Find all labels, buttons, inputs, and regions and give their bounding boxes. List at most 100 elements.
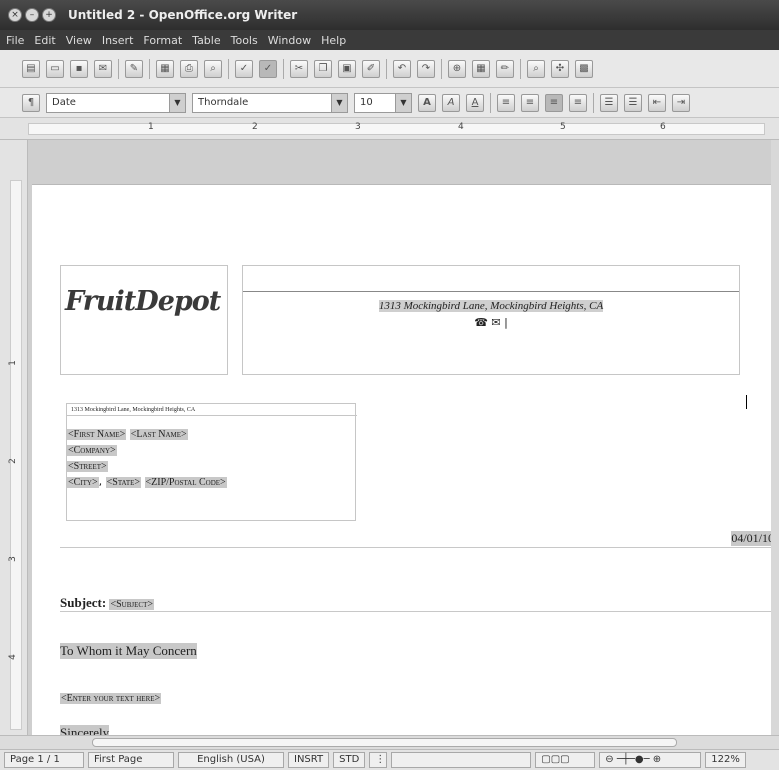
- align-left-icon[interactable]: ≡: [497, 93, 515, 112]
- cut-icon[interactable]: ✂: [290, 59, 308, 78]
- table-icon[interactable]: ▦: [472, 59, 490, 78]
- increase-indent-icon[interactable]: ⇥: [672, 93, 690, 112]
- selection-mode[interactable]: STD: [333, 752, 366, 768]
- divider: [60, 611, 773, 612]
- horizontal-scrollbar[interactable]: [0, 735, 779, 749]
- chevron-down-icon[interactable]: ▼: [395, 93, 411, 112]
- menu-insert[interactable]: Insert: [102, 34, 134, 47]
- view-layout-icons[interactable]: ▢▢▢: [535, 752, 596, 768]
- undo-icon[interactable]: ↶: [393, 59, 411, 78]
- format-paintbrush-icon[interactable]: ✐: [362, 59, 380, 78]
- closing[interactable]: Sincerely: [60, 725, 110, 735]
- formatting-toolbar: ¶ Date ▼ Thorndale ▼ 10 ▼ A A A ≡ ≡ ≡ ≡ …: [0, 88, 779, 118]
- body-placeholder-field[interactable]: <Enter your text here>: [60, 693, 162, 704]
- last-name-field[interactable]: <Last Name>: [129, 429, 188, 440]
- paragraph-style-combo[interactable]: Date ▼: [46, 92, 186, 113]
- underline-icon[interactable]: A: [466, 93, 484, 112]
- new-document-icon[interactable]: ▤: [22, 59, 40, 78]
- letterhead-address-frame[interactable]: 1313 Mockingbird Lane, Mockingbird Heigh…: [242, 265, 740, 375]
- menu-tools[interactable]: Tools: [231, 34, 258, 47]
- email-icon[interactable]: ✉: [94, 59, 112, 78]
- menu-edit[interactable]: Edit: [34, 34, 55, 47]
- font-size-combo[interactable]: 10 ▼: [354, 92, 412, 113]
- decrease-indent-icon[interactable]: ⇤: [648, 93, 666, 112]
- menu-file[interactable]: File: [6, 34, 24, 47]
- font-name-combo[interactable]: Thorndale ▼: [192, 92, 348, 113]
- minimize-window-icon[interactable]: –: [25, 8, 39, 22]
- separator: [593, 92, 594, 113]
- document-area[interactable]: FruitDepot 1313 Mockingbird Lane, Mockin…: [28, 140, 773, 735]
- align-right-icon[interactable]: ≡: [545, 93, 563, 112]
- bullets-icon[interactable]: ☰: [624, 93, 642, 112]
- insert-mode[interactable]: INSRT: [288, 752, 330, 768]
- find-replace-icon[interactable]: ⌕: [527, 59, 545, 78]
- zoom-slider[interactable]: ⊖ ─┼─●─ ⊕: [599, 752, 702, 768]
- ruler-tick: 1: [7, 360, 18, 366]
- numbering-icon[interactable]: ☰: [600, 93, 618, 112]
- print-preview-icon[interactable]: ⌕: [204, 59, 222, 78]
- page[interactable]: FruitDepot 1313 Mockingbird Lane, Mockin…: [32, 184, 773, 735]
- export-pdf-icon[interactable]: ▦: [156, 59, 174, 78]
- city-field[interactable]: <City>: [67, 477, 99, 488]
- ruler-tick: 4: [7, 654, 18, 660]
- signature-field[interactable]: [391, 752, 532, 768]
- street-line: <Street>: [67, 458, 227, 474]
- vertical-scrollbar[interactable]: [771, 140, 779, 735]
- date-field[interactable]: 04/01/10: [731, 531, 773, 546]
- menu-bar: File Edit View Insert Format Table Tools…: [0, 30, 779, 50]
- edit-file-icon[interactable]: ✎: [125, 59, 143, 78]
- language-indicator[interactable]: English (USA): [178, 752, 284, 768]
- italic-icon[interactable]: A: [442, 93, 460, 112]
- styles-formatting-icon[interactable]: ¶: [22, 93, 40, 112]
- spellcheck-icon[interactable]: ✓: [235, 59, 253, 78]
- separator: [149, 58, 150, 79]
- vertical-ruler[interactable]: 1 2 3 4: [0, 140, 28, 735]
- justify-icon[interactable]: ≡: [569, 93, 587, 112]
- ruler-tick: 3: [355, 122, 361, 132]
- autospellcheck-icon[interactable]: ✓: [259, 59, 277, 78]
- subject-field[interactable]: <Subject>: [109, 599, 154, 610]
- ruler-tick: 5: [560, 122, 566, 132]
- separator: [228, 58, 229, 79]
- menu-view[interactable]: View: [66, 34, 92, 47]
- gallery-icon[interactable]: ▩: [575, 59, 593, 78]
- navigator-icon[interactable]: ✣: [551, 59, 569, 78]
- recipient-address: <First Name> <Last Name> <Company> <Stre…: [67, 426, 227, 490]
- hyperlink-icon[interactable]: ⊕: [448, 59, 466, 78]
- zoom-value[interactable]: 122%: [705, 752, 746, 768]
- menu-table[interactable]: Table: [192, 34, 220, 47]
- close-window-icon[interactable]: ×: [8, 8, 22, 22]
- open-icon[interactable]: ▭: [46, 59, 64, 78]
- bold-icon[interactable]: A: [418, 93, 436, 112]
- align-center-icon[interactable]: ≡: [521, 93, 539, 112]
- menu-window[interactable]: Window: [268, 34, 311, 47]
- first-name-field[interactable]: <First Name>: [67, 429, 127, 440]
- name-line: <First Name> <Last Name>: [67, 426, 227, 442]
- page-style[interactable]: First Page: [88, 752, 174, 768]
- save-icon[interactable]: ▪: [70, 59, 88, 78]
- address-window[interactable]: 1313 Mockingbird Lane, Mockingbird Heigh…: [66, 403, 357, 521]
- page-indicator[interactable]: Page 1 / 1: [4, 752, 84, 768]
- paragraph-style-value: Date: [52, 97, 76, 108]
- print-icon[interactable]: ⎙: [180, 59, 198, 78]
- ruler-strip: [28, 123, 765, 135]
- chevron-down-icon[interactable]: ▼: [169, 93, 185, 112]
- copy-icon[interactable]: ❐: [314, 59, 332, 78]
- zip-field[interactable]: <ZIP/Postal Code>: [144, 477, 227, 488]
- show-draw-functions-icon[interactable]: ✏: [496, 59, 514, 78]
- paste-icon[interactable]: ▣: [338, 59, 356, 78]
- state-field[interactable]: <State>: [105, 477, 142, 488]
- redo-icon[interactable]: ↷: [417, 59, 435, 78]
- salutation[interactable]: To Whom it May Concern: [60, 643, 197, 659]
- separator: [118, 58, 119, 79]
- status-bar: Page 1 / 1 First Page English (USA) INSR…: [0, 749, 779, 770]
- menu-format[interactable]: Format: [143, 34, 182, 47]
- chevron-down-icon[interactable]: ▼: [331, 93, 347, 112]
- horizontal-ruler[interactable]: 1 2 3 4 5 6: [0, 118, 779, 140]
- street-field[interactable]: <Street>: [67, 461, 108, 472]
- letterhead-logo-frame[interactable]: FruitDepot: [60, 265, 228, 375]
- maximize-window-icon[interactable]: +: [42, 8, 56, 22]
- menu-help[interactable]: Help: [321, 34, 346, 47]
- scrollbar-thumb[interactable]: [92, 738, 677, 747]
- company-field[interactable]: <Company>: [67, 445, 117, 456]
